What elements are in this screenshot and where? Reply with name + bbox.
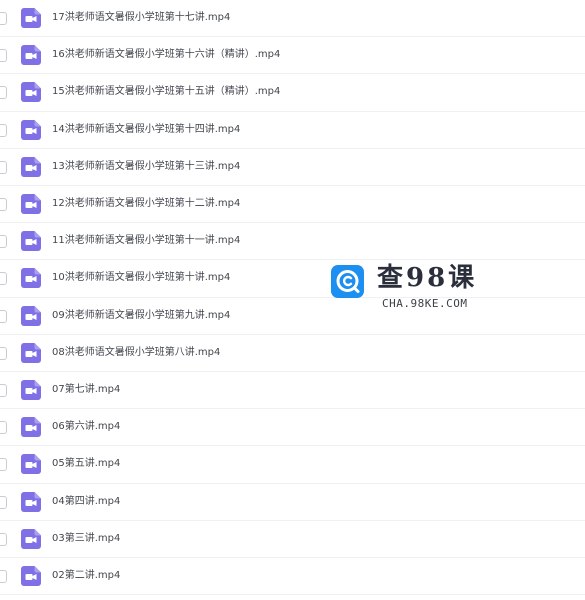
video-file-icon [21,342,41,363]
video-file-icon [21,268,41,289]
file-name[interactable]: 13洪老师新语文暑假小学班第十三讲.mp4 [52,161,240,173]
row-checkbox[interactable] [0,160,7,174]
file-row[interactable]: 03第三讲.mp4 [0,521,585,558]
file-name[interactable]: 07第七讲.mp4 [52,384,120,396]
file-name[interactable]: 06第六讲.mp4 [52,421,120,433]
row-checkbox[interactable] [0,421,7,435]
row-checkbox[interactable] [0,346,7,360]
file-list: 17洪老师语文暑假小学班第十七讲.mp4 16洪老师新语文暑假小学班第十六讲（精讲… [0,0,585,600]
file-row[interactable]: 12洪老师新语文暑假小学班第十二讲.mp4 [0,186,585,224]
file-row[interactable]: 17洪老师语文暑假小学班第十七讲.mp4 [0,0,585,38]
video-file-icon [21,454,41,475]
row-checkbox[interactable] [0,86,7,100]
file-row[interactable]: 07第七讲.mp4 [0,372,585,410]
file-name[interactable]: 04第四讲.mp4 [52,496,120,508]
file-name[interactable]: 17洪老师语文暑假小学班第十七讲.mp4 [52,12,230,24]
file-row[interactable]: 16洪老师新语文暑假小学班第十六讲（精讲）.mp4 [0,37,585,75]
file-row[interactable]: 04第四讲.mp4 [0,484,585,521]
video-file-icon [21,82,41,103]
video-file-icon [21,45,41,66]
file-name[interactable]: 15洪老师新语文暑假小学班第十五讲（精讲）.mp4 [52,86,280,98]
file-name[interactable]: 16洪老师新语文暑假小学班第十六讲（精讲）.mp4 [52,49,280,61]
file-row[interactable]: 14洪老师新语文暑假小学班第十四讲.mp4 [0,112,585,149]
file-name[interactable]: 11洪老师新语文暑假小学班第十一讲.mp4 [52,235,240,247]
video-file-icon [21,119,41,140]
row-checkbox[interactable] [0,123,7,137]
file-row[interactable]: 06第六讲.mp4 [0,409,585,447]
row-checkbox[interactable] [0,309,7,323]
file-row[interactable]: 13洪老师新语文暑假小学班第十三讲.mp4 [0,149,585,186]
watermark-title: 查98课 [377,263,478,293]
row-checkbox[interactable] [0,458,7,472]
video-file-icon [21,156,41,177]
file-row[interactable]: 11洪老师新语文暑假小学班第十一讲.mp4 [0,223,585,261]
file-row[interactable]: 02第二讲.mp4 [0,558,585,596]
search-c-logo-icon [331,265,364,298]
video-file-icon [21,491,41,512]
file-name[interactable]: 02第二讲.mp4 [52,570,120,582]
file-name[interactable]: 05第五讲.mp4 [52,458,120,470]
row-checkbox[interactable] [0,570,7,583]
row-checkbox[interactable] [0,272,7,286]
row-checkbox[interactable] [0,49,7,63]
file-name[interactable]: 14洪老师新语文暑假小学班第十四讲.mp4 [52,124,240,136]
file-row[interactable]: 05第五讲.mp4 [0,446,585,484]
row-checkbox[interactable] [0,532,7,546]
video-file-icon [21,380,41,400]
file-name[interactable]: 09洪老师新语文暑假小学班第九讲.mp4 [52,310,230,322]
row-checkbox[interactable] [0,235,7,249]
video-file-icon [21,231,41,252]
video-file-icon [21,194,41,214]
file-name[interactable]: 08洪老师语文暑假小学班第八讲.mp4 [52,347,220,359]
watermark: 查98课 CHA.98KE.COM [331,263,491,315]
row-checkbox[interactable] [0,384,7,397]
file-row[interactable]: 09洪老师新语文暑假小学班第九讲.mp4 [0,298,585,335]
file-row[interactable]: 10洪老师新语文暑假小学班第十讲.mp4 [0,260,585,298]
watermark-url: CHA.98KE.COM [382,297,468,310]
file-name[interactable]: 03第三讲.mp4 [52,533,120,545]
file-name[interactable]: 10洪老师新语文暑假小学班第十讲.mp4 [52,272,230,284]
video-file-icon [21,417,41,438]
file-row[interactable]: 15洪老师新语文暑假小学班第十五讲（精讲）.mp4 [0,74,585,112]
video-file-icon [21,528,41,549]
row-checkbox[interactable] [0,495,7,509]
file-row[interactable]: 08洪老师语文暑假小学班第八讲.mp4 [0,335,585,372]
video-file-icon [21,8,41,28]
video-file-icon [21,566,41,586]
video-file-icon [21,305,41,326]
row-checkbox[interactable] [0,198,7,211]
row-checkbox[interactable] [0,12,7,25]
file-name[interactable]: 12洪老师新语文暑假小学班第十二讲.mp4 [52,198,240,210]
